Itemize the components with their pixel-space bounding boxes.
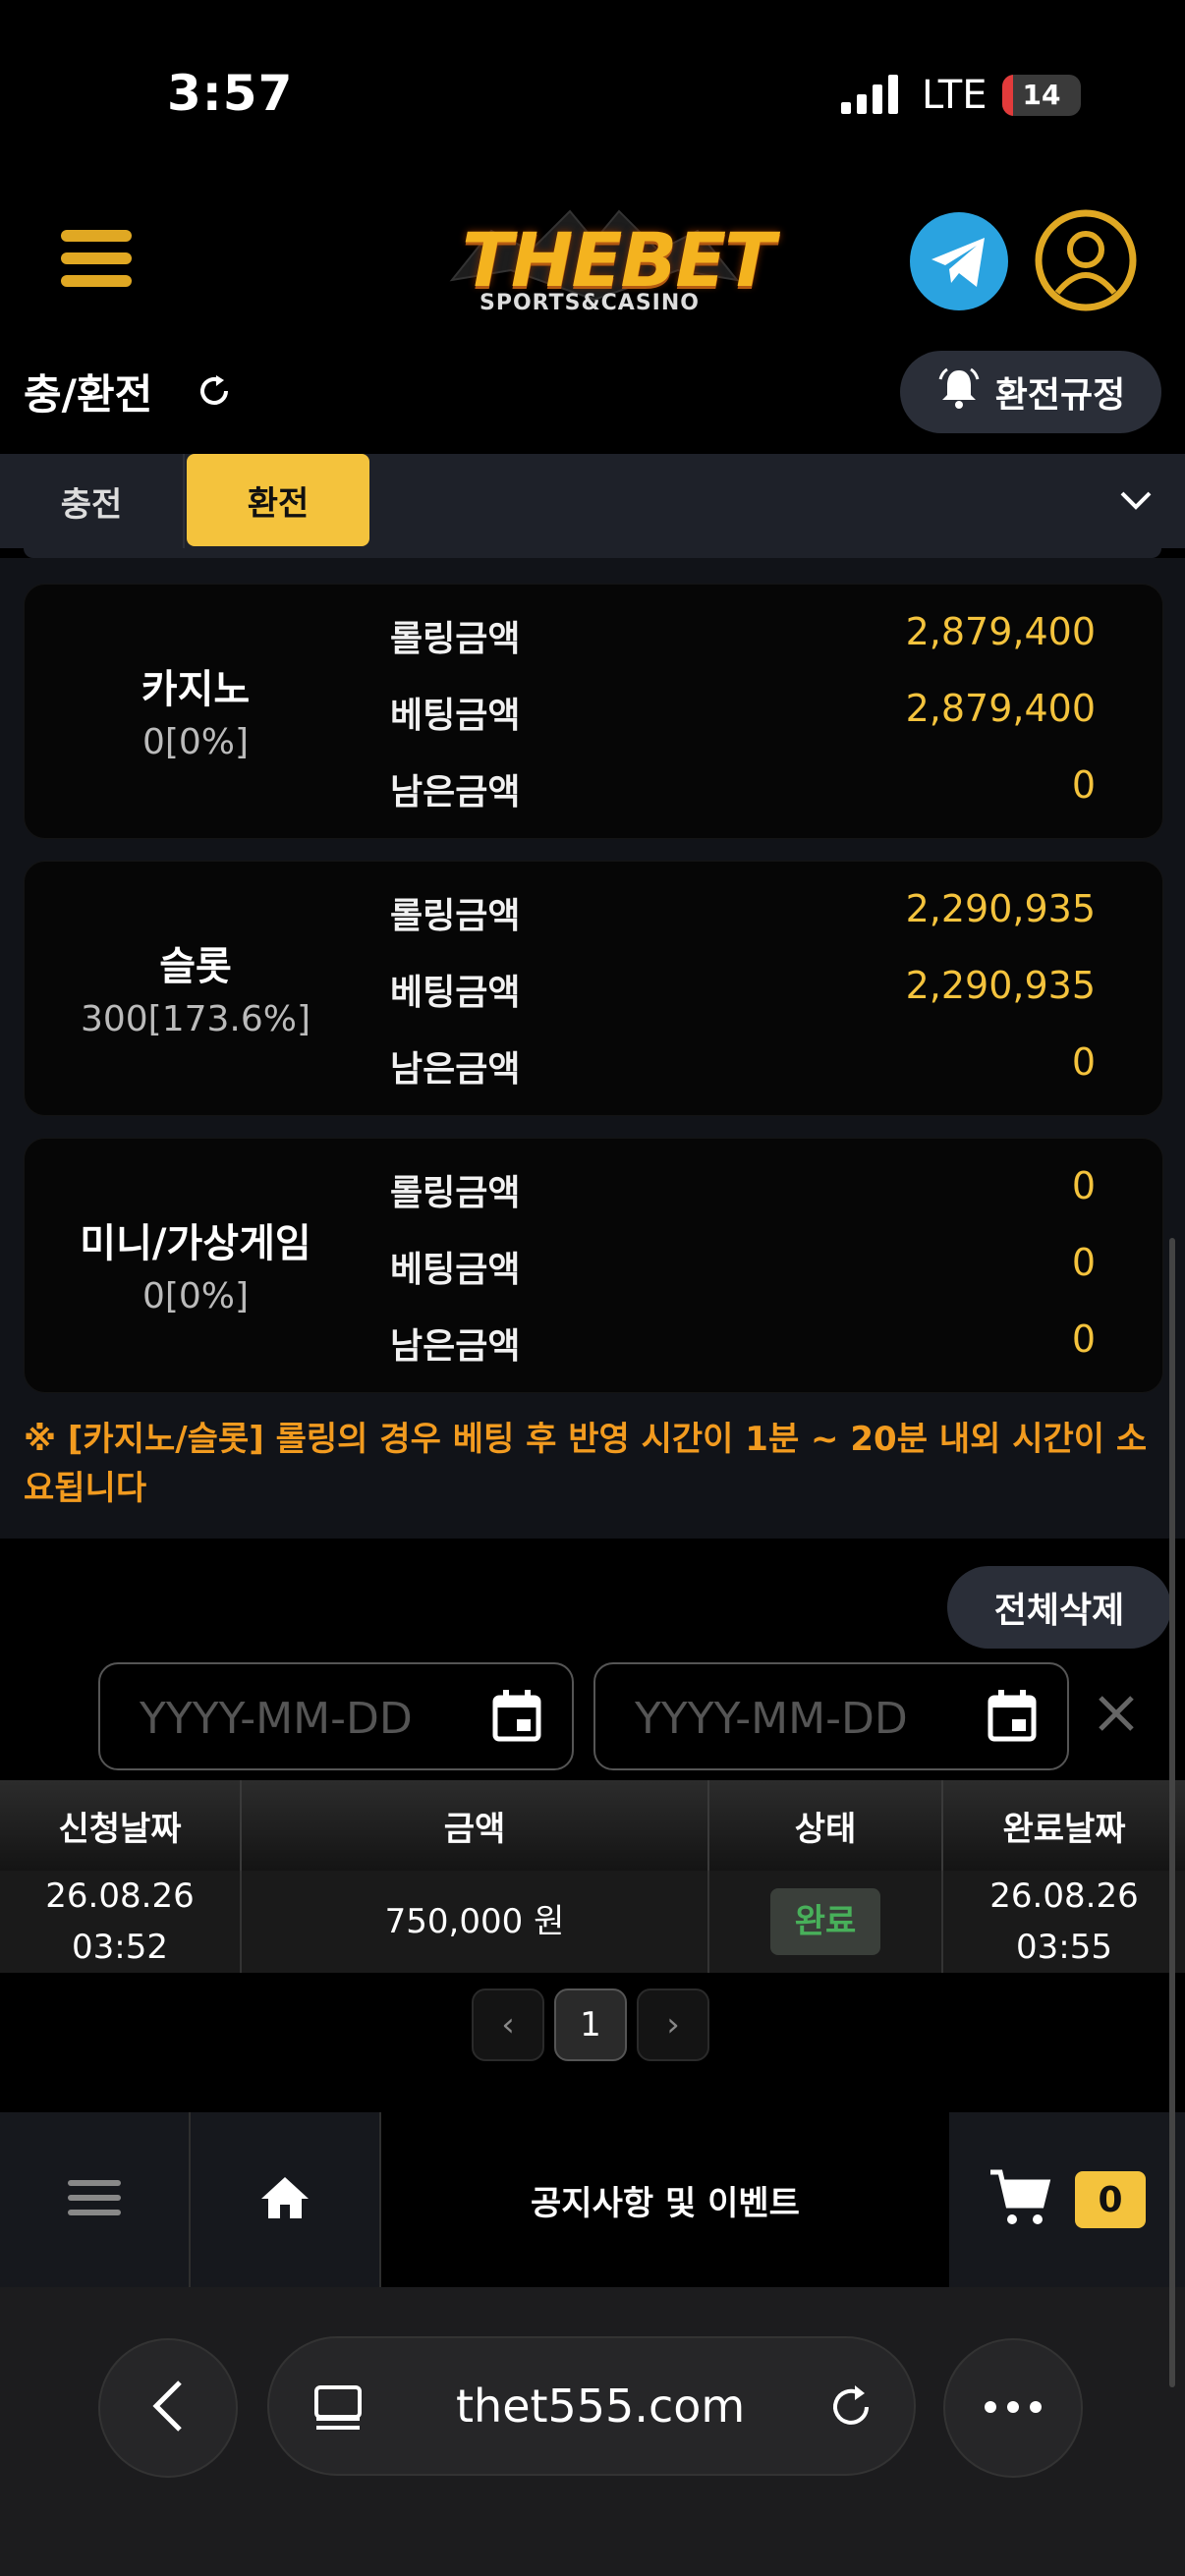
chevron-left-icon bbox=[148, 2377, 188, 2439]
rolling-label: 롤링금액 bbox=[390, 896, 521, 936]
tab-deposit[interactable]: 충전 bbox=[0, 454, 185, 548]
rolling-notice: ※ [카지노/슬롯] 롤링의 경우 베팅 후 반영 시간이 1분 ~ 20분 내… bbox=[24, 1420, 1148, 1508]
battery-level: 14 bbox=[1022, 79, 1061, 111]
delete-all-button[interactable]: 전체삭제 bbox=[947, 1566, 1171, 1649]
cart-icon bbox=[988, 2168, 1051, 2231]
rolling-label: 롤링금액 bbox=[390, 1173, 521, 1213]
amount-cell: 750,000 원 bbox=[242, 1871, 709, 1973]
card-name: 카지노 bbox=[141, 667, 251, 712]
request-date-cell: 26.08.26 03:52 bbox=[0, 1871, 242, 1973]
remaining-value: 0 bbox=[1071, 763, 1096, 807]
calendar-icon[interactable] bbox=[987, 1690, 1038, 1747]
user-icon[interactable] bbox=[1034, 208, 1138, 316]
page-button-1[interactable]: 1 bbox=[554, 1988, 627, 2061]
rolling-card-slot: 슬롯 300[173.6%] 롤링금액 베팅금액 남은금액 2,290,935 … bbox=[24, 861, 1163, 1116]
browser-toolbar: thet555.com bbox=[0, 2287, 1185, 2576]
betting-label: 베팅금액 bbox=[390, 973, 521, 1013]
menu-icon bbox=[68, 2178, 121, 2221]
calendar-icon[interactable] bbox=[491, 1690, 542, 1747]
bottom-menu-button[interactable] bbox=[0, 2112, 191, 2287]
bottom-nav: 공지사항 및 이벤트 0 bbox=[0, 2112, 1185, 2287]
next-page-button[interactable]: › bbox=[637, 1988, 709, 2061]
status-badge: 완료 bbox=[770, 1888, 880, 1955]
more-icon bbox=[984, 2399, 1043, 2418]
network-label: LTE bbox=[922, 73, 988, 118]
end-date-field[interactable]: YYYY-MM-DD bbox=[593, 1662, 1069, 1770]
more-button[interactable] bbox=[943, 2338, 1083, 2478]
card-sub: 0[0%] bbox=[141, 1276, 250, 1316]
home-button[interactable] bbox=[191, 2112, 381, 2287]
end-date-placeholder: YYYY-MM-DD bbox=[635, 1694, 908, 1744]
prev-page-button[interactable]: ‹ bbox=[472, 1988, 544, 2061]
scrollbar[interactable] bbox=[1169, 1238, 1175, 2387]
notice-event-link[interactable]: 공지사항 및 이벤트 bbox=[381, 2112, 949, 2287]
request-date: 26.08.26 bbox=[45, 1876, 195, 1916]
request-time: 03:52 bbox=[72, 1928, 168, 1967]
card-name: 미니/가상게임 bbox=[80, 1221, 311, 1266]
rolling-value: 2,879,400 bbox=[905, 610, 1096, 653]
complete-date: 26.08.26 bbox=[989, 1876, 1139, 1916]
betting-value: 0 bbox=[1071, 1241, 1096, 1284]
logo-subtext: SPORTS&CASINO bbox=[480, 291, 700, 315]
remaining-value: 0 bbox=[1071, 1040, 1096, 1084]
remaining-value: 0 bbox=[1071, 1317, 1096, 1361]
tabs-icon[interactable] bbox=[312, 2383, 364, 2436]
signal-icon bbox=[841, 75, 902, 118]
remaining-label: 남은금액 bbox=[390, 1326, 521, 1367]
refresh-icon[interactable] bbox=[195, 371, 234, 415]
reload-icon[interactable] bbox=[825, 2381, 876, 2436]
card-name: 슬롯 bbox=[159, 944, 232, 989]
rolling-label: 롤링금액 bbox=[390, 619, 521, 659]
amount: 750,000 원 bbox=[384, 1902, 565, 1941]
exchange-rules-label: 환전규정 bbox=[994, 375, 1126, 416]
column-status: 상태 bbox=[709, 1780, 943, 1871]
rolling-value: 0 bbox=[1071, 1164, 1096, 1207]
betting-value: 2,290,935 bbox=[905, 964, 1096, 1007]
column-request-date: 신청날짜 bbox=[0, 1780, 242, 1871]
hamburger-icon[interactable] bbox=[57, 226, 136, 295]
rolling-card-minigame: 미니/가상게임 0[0%] 롤링금액 베팅금액 남은금액 0 0 0 bbox=[24, 1138, 1163, 1393]
betting-label: 베팅금액 bbox=[390, 696, 521, 736]
start-date-placeholder: YYYY-MM-DD bbox=[140, 1694, 413, 1744]
back-button[interactable] bbox=[98, 2338, 238, 2478]
betting-value: 2,879,400 bbox=[905, 687, 1096, 730]
remaining-label: 남은금액 bbox=[390, 1049, 521, 1090]
betting-label: 베팅금액 bbox=[390, 1250, 521, 1290]
column-amount: 금액 bbox=[242, 1780, 709, 1871]
remaining-label: 남은금액 bbox=[390, 772, 521, 812]
complete-date-cell: 26.08.26 03:55 bbox=[943, 1871, 1185, 1973]
home-icon bbox=[259, 2175, 310, 2224]
table-row: 26.08.26 03:52 750,000 원 완료 26.08.26 03:… bbox=[0, 1871, 1185, 1973]
exchange-rules-button[interactable]: 환전규정 bbox=[900, 351, 1161, 433]
telegram-icon[interactable] bbox=[908, 210, 1010, 316]
status-cell: 완료 bbox=[709, 1871, 943, 1973]
battery-indicator: 14 bbox=[1002, 75, 1081, 116]
rolling-value: 2,290,935 bbox=[905, 887, 1096, 930]
cart-button[interactable]: 0 bbox=[949, 2112, 1185, 2287]
tab-withdraw[interactable]: 환전 bbox=[187, 454, 369, 546]
table-header: 신청날짜 금액 상태 완료날짜 bbox=[0, 1780, 1185, 1871]
card-edge bbox=[24, 548, 1161, 558]
cart-count-badge: 0 bbox=[1075, 2171, 1146, 2228]
address-bar[interactable]: thet555.com bbox=[267, 2336, 916, 2476]
start-date-field[interactable]: YYYY-MM-DD bbox=[98, 1662, 574, 1770]
tab-bar: 충전 환전 bbox=[0, 454, 1185, 548]
card-sub: 300[173.6%] bbox=[80, 999, 311, 1039]
close-icon[interactable] bbox=[1093, 1690, 1140, 1741]
complete-time: 03:55 bbox=[1016, 1928, 1112, 1967]
card-sub: 0[0%] bbox=[141, 722, 250, 762]
url-text: thet555.com bbox=[456, 2380, 746, 2433]
status-time: 3:57 bbox=[167, 65, 294, 122]
column-complete-date: 완료날짜 bbox=[1002, 1809, 1126, 1849]
chevron-down-icon[interactable] bbox=[1118, 489, 1154, 517]
page-title: 충/환전 bbox=[24, 370, 153, 419]
rolling-card-casino: 카지노 0[0%] 롤링금액 베팅금액 남은금액 2,879,400 2,879… bbox=[24, 584, 1163, 839]
bell-icon bbox=[936, 365, 982, 420]
